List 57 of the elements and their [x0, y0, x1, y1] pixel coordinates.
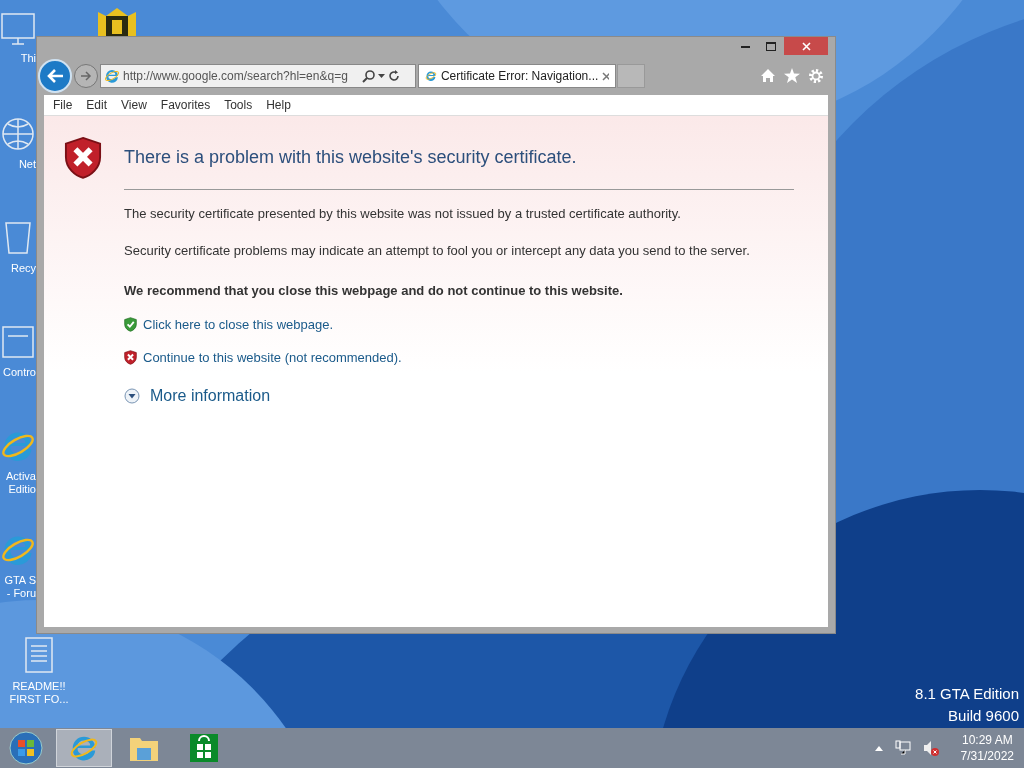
close-tab-icon[interactable] [602, 71, 609, 81]
close-button[interactable] [784, 37, 828, 55]
back-button[interactable] [38, 59, 72, 93]
back-arrow-icon [46, 68, 64, 84]
message-paragraph: The security certificate presented by this website was not issued by a trusted certificate authority. [124, 205, 682, 223]
desktop-icon-label[interactable]: Contro [2, 366, 36, 379]
forward-arrow-icon [80, 71, 92, 81]
document-icon [24, 636, 54, 674]
desktop-icon-label[interactable]: GTA S - Foru [4, 574, 36, 600]
edition-text: Build 9600 [948, 706, 1019, 726]
recommendation-text: We recommend that you close this webpage and do not continue to this website. [124, 282, 624, 300]
tab-title: Certificate Error: Navigation... [440, 68, 599, 85]
store-icon [190, 734, 218, 762]
action-link[interactable]: Continue to this website (not recommended). [143, 348, 402, 368]
edition-text: 8.1 GTA Edition [915, 684, 1019, 704]
minimize-icon [740, 44, 750, 48]
dropdown-icon[interactable] [378, 73, 385, 79]
menu-item[interactable]: View [115, 96, 153, 114]
clock-date[interactable]: 7/31/2022 [960, 748, 1014, 764]
muted-speaker-icon[interactable] [922, 740, 939, 756]
page-icon [104, 68, 120, 84]
r-app-icon[interactable] [96, 8, 138, 38]
home-icon[interactable] [760, 68, 776, 83]
bin-icon [3, 220, 33, 256]
globe-icon [0, 116, 36, 152]
browser-tab[interactable]: Certificate Error: Navigation... [418, 64, 616, 88]
refresh-icon[interactable] [388, 70, 400, 82]
menu-item[interactable]: Favorites [154, 96, 217, 114]
address-text: http://www.google.com/search?hl=en&q=g [123, 68, 349, 85]
message-paragraph: Security certificate problems may indicate an attempt to fool you or intercept any data you send to the server. [124, 242, 751, 260]
clock-time[interactable]: 10:29 AM [961, 732, 1013, 748]
desktop-icon-label[interactable]: Net [18, 158, 36, 171]
search-icon[interactable] [362, 69, 375, 83]
panel-icon [0, 324, 36, 360]
star-icon[interactable] [784, 68, 800, 83]
close-icon [801, 41, 811, 51]
network-icon[interactable] [894, 740, 911, 756]
warning-shield-icon [124, 350, 137, 366]
error-heading: There is a problem with this website's security certificate. [124, 146, 578, 169]
address-bar[interactable]: http://www.google.com/search?hl=en&q=g [100, 64, 416, 88]
show-hidden-icons-icon[interactable] [874, 745, 883, 751]
check-shield-icon [124, 316, 137, 332]
maximize-icon [766, 41, 776, 51]
desktop-icon-label[interactable]: Recy [10, 262, 36, 275]
more-information-link[interactable]: More information [150, 383, 271, 408]
expand-icon[interactable] [124, 387, 140, 404]
error-shield-icon [64, 136, 102, 180]
menu-item[interactable]: Edit [80, 96, 114, 114]
windows-orb-icon [9, 731, 43, 765]
monitor-icon [0, 12, 36, 46]
settings-icon[interactable] [808, 68, 824, 84]
menu-item[interactable]: Help [260, 96, 297, 114]
desktop-icon-label[interactable]: Activa Editio [6, 470, 36, 496]
desktop-icon-label[interactable]: Thi [20, 52, 36, 65]
action-link[interactable]: Click here to close this webpage. [143, 314, 334, 334]
menu-item[interactable]: Tools [218, 96, 259, 114]
menu-item[interactable]: File [47, 96, 79, 114]
